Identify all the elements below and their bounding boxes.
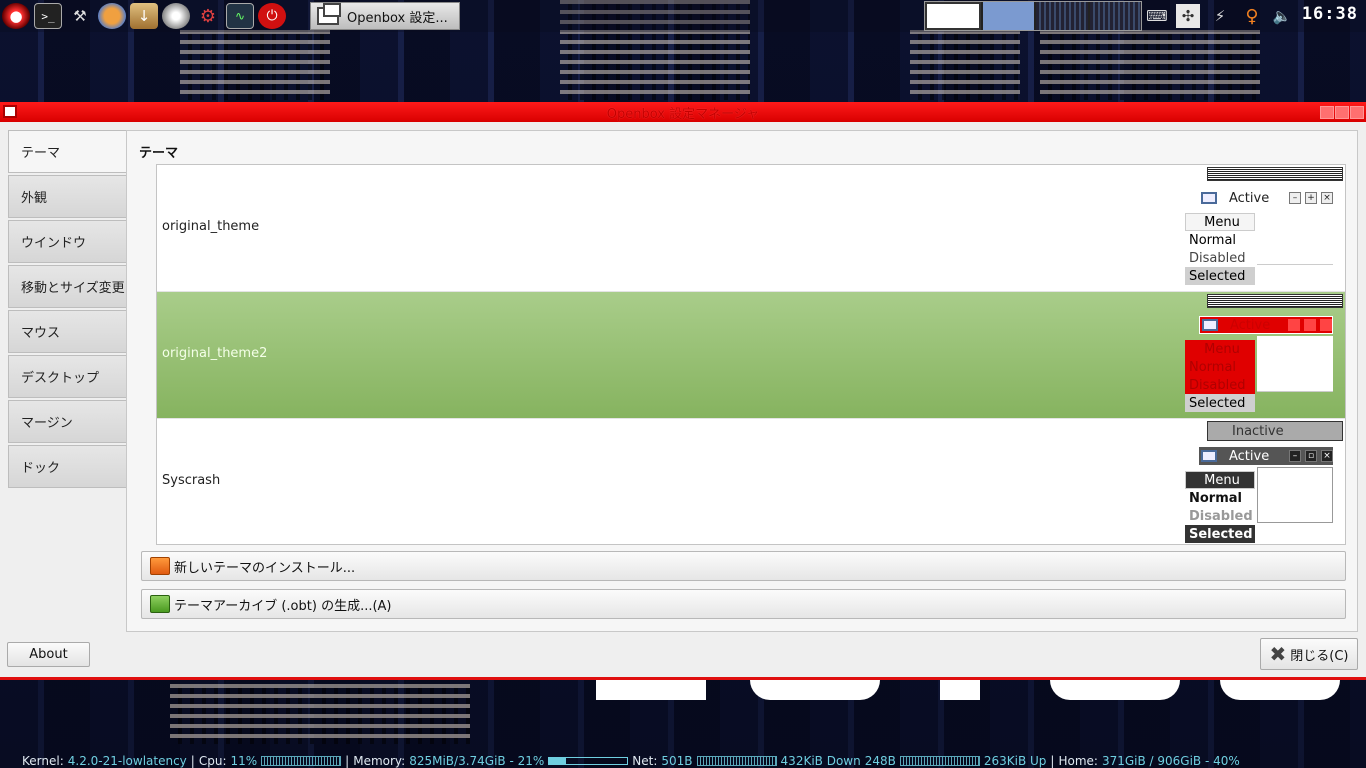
close-icon: ✖: [1269, 642, 1287, 666]
preview-inactive-titlebar: [1207, 167, 1343, 181]
theme-row-selected[interactable]: original_theme2 Active Menu Normal Disab…: [157, 292, 1345, 419]
volume-icon[interactable]: 🔈: [1270, 4, 1294, 28]
preview-menu: Menu Normal Disabled Selected: [1185, 471, 1255, 543]
pager-desktop-3[interactable]: [1036, 2, 1088, 30]
settings-icon[interactable]: ⚙: [194, 3, 222, 29]
preview-inactive-titlebar: [1207, 294, 1343, 308]
theme-row[interactable]: Syscrash Inactive Active – ▫ × Menu Normal…: [157, 419, 1345, 544]
theme-name: original_theme: [162, 219, 260, 234]
preview-inactive-titlebar: Inactive: [1207, 421, 1343, 441]
window-menu-icon[interactable]: [3, 105, 17, 118]
pager-desktop-1[interactable]: [925, 2, 981, 30]
settings-sidebar: テーマ 外観 ウインドウ 移動とサイズ変更 マウス デスクトップ マージン ドッ…: [8, 130, 127, 490]
install-theme-button[interactable]: 新しいテーマのインストール...: [141, 551, 1346, 581]
net-value: 501B: [661, 754, 693, 768]
taskbar-item-openbox-settings[interactable]: Openbox 設定...: [310, 2, 460, 30]
theme-preview: Active Menu Normal Disabled Selected: [1185, 292, 1345, 419]
tab-windows[interactable]: ウインドウ: [8, 220, 127, 263]
desktop-pager[interactable]: [924, 1, 1142, 31]
theme-preview: Inactive Active – ▫ × Menu Normal Disabled…: [1185, 419, 1345, 544]
keyboard-icon[interactable]: ⌨: [1145, 4, 1169, 28]
taskbar-item-label: Openbox 設定...: [347, 10, 448, 26]
terminal-icon[interactable]: >_: [34, 3, 62, 29]
clock[interactable]: 16:38: [1302, 4, 1358, 24]
memory-bar: [548, 757, 629, 765]
tab-theme[interactable]: テーマ: [8, 130, 127, 173]
tab-mouse[interactable]: マウス: [8, 310, 127, 353]
close-button[interactable]: ✖ 閉じる(C): [1260, 638, 1358, 670]
pager-desktop-2[interactable]: [982, 2, 1034, 30]
preview-menu: Menu Normal Disabled Selected: [1185, 340, 1255, 412]
cpu-graph: [261, 756, 342, 766]
create-theme-archive-button[interactable]: テーマアーカイブ (.obt) の生成...(A): [141, 589, 1346, 619]
theme-row[interactable]: original_theme Active – + × Menu Normal Di…: [157, 165, 1345, 292]
upload-value: 263KiB Up: [983, 754, 1047, 768]
maximize-icon[interactable]: [1335, 106, 1349, 119]
download-graph: [696, 756, 777, 766]
section-title: テーマ: [139, 146, 179, 161]
wallpaper-building: [180, 30, 330, 100]
pager-desktop-4[interactable]: [1089, 2, 1141, 30]
main-menu-icon[interactable]: ●: [2, 3, 30, 29]
file-manager-icon[interactable]: ↓: [130, 3, 158, 29]
tab-dock[interactable]: ドック: [8, 445, 127, 488]
wallpaper-building: [1040, 30, 1260, 100]
about-button[interactable]: About: [7, 642, 90, 667]
download-extra: 248B: [864, 754, 896, 768]
window-icon: [317, 3, 341, 25]
net-label: Net:: [632, 754, 658, 768]
tab-margins[interactable]: マージン: [8, 400, 127, 443]
preview-active-titlebar: Active – ▫ ×: [1199, 447, 1333, 465]
download-value: 432KiB Down: [780, 754, 861, 768]
disc-icon[interactable]: [162, 3, 190, 29]
system-monitor-icon[interactable]: ∿: [226, 3, 254, 29]
preview-menu: Menu Normal Disabled Selected: [1185, 213, 1255, 285]
home-value: 371GiB / 906GiB - 40%: [1101, 754, 1240, 768]
wallpaper-building: [910, 30, 1020, 100]
system-status-bar: Kernel: 4.2.0-21-lowlatency | Cpu: 11% |…: [22, 754, 1240, 768]
preview-active-titlebar: Active – + ×: [1199, 189, 1333, 207]
desktop-clock-digits: [590, 680, 1350, 700]
window-titlebar[interactable]: Openbox 設定マネージャ: [0, 102, 1366, 122]
theme-name: original_theme2: [162, 346, 268, 361]
tab-move-resize[interactable]: 移動とサイズ変更: [8, 265, 127, 308]
kernel-label: Kernel:: [22, 754, 64, 768]
theme-name: Syscrash: [162, 473, 221, 488]
power-icon[interactable]: ⏻: [258, 3, 286, 29]
memory-label: Memory:: [353, 754, 406, 768]
preview-active-titlebar: Active: [1199, 316, 1333, 334]
network-plug-icon[interactable]: ⚡: [1208, 4, 1232, 28]
cpu-value: 11%: [230, 754, 258, 768]
download-archive-icon: [150, 595, 170, 613]
window-title: Openbox 設定マネージャ: [606, 106, 760, 122]
theme-list[interactable]: original_theme Active – + × Menu Normal Di…: [156, 164, 1346, 545]
kernel-value: 4.2.0-21-lowlatency: [67, 754, 187, 768]
tab-desktops[interactable]: デスクトップ: [8, 355, 127, 398]
cpu-label: Cpu:: [198, 754, 227, 768]
folder-icon: [150, 557, 170, 575]
top-panel: ● >_ ⚒ ↓ ⚙ ∿ ⏻ Openbox 設定... ⌨ ✣ ⚡ ♀ 🔈 1…: [0, 0, 1366, 32]
upload-graph: [899, 756, 980, 766]
memory-value: 825MiB/3.74GiB - 21%: [409, 754, 545, 768]
browser-icon[interactable]: [98, 3, 126, 29]
clipboard-icon[interactable]: ✣: [1176, 4, 1200, 28]
tools-icon[interactable]: ⚒: [66, 3, 94, 29]
tab-appearance[interactable]: 外観: [8, 175, 127, 218]
home-label: Home:: [1058, 754, 1098, 768]
update-notifier-icon[interactable]: ♀: [1240, 4, 1264, 28]
obconf-window: Openbox 設定マネージャ テーマ 外観 ウインドウ 移動とサイズ変更 マウ…: [0, 102, 1366, 680]
theme-preview: Active – + × Menu Normal Disabled Selected: [1185, 165, 1345, 292]
theme-panel: テーマ original_theme Active – + × Menu Norma…: [126, 130, 1358, 632]
close-window-icon[interactable]: [1350, 106, 1364, 119]
minimize-icon[interactable]: [1320, 106, 1334, 119]
wallpaper-building: [170, 684, 470, 744]
